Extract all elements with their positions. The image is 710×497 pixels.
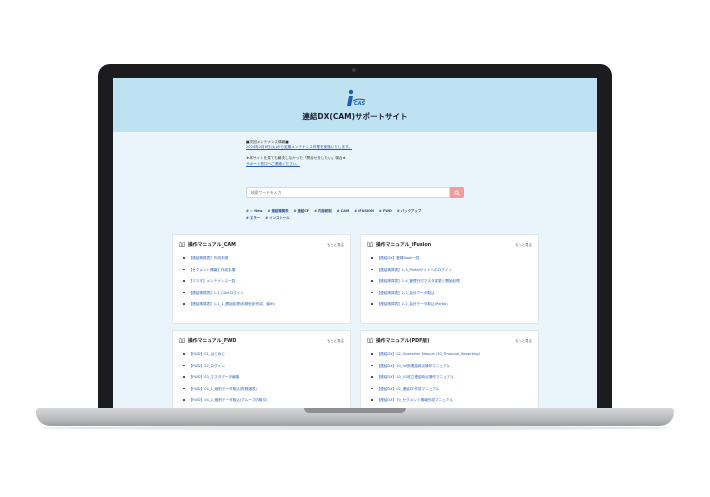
manual-link[interactable]: 【連結DX】02_Operation Manual (30_Financial_… <box>371 352 538 356</box>
more-link[interactable]: もっと見る <box>327 242 344 247</box>
manual-link[interactable]: 【連結DX】10_00即連結時点操作マニュアル <box>371 364 538 368</box>
search-button[interactable] <box>450 187 464 198</box>
manual-link[interactable]: 【連結DX】10_01設立連結時点操作マニュアル <box>371 375 538 379</box>
tag-link[interactable]: # 連結CF <box>294 209 310 213</box>
tag-link[interactable]: # iFUSION <box>354 209 374 213</box>
browser-screen: CAS 連結DX(CAM)サポートサイト ■次回メンテナンス情報■ 2024年2… <box>113 78 597 408</box>
tag-link[interactable]: # 内部統制 <box>314 209 332 213</box>
book-icon <box>179 242 185 247</box>
card-title: 操作マニュアル(PDF版) <box>376 339 430 344</box>
camera-icon <box>352 68 356 72</box>
tag-link[interactable]: # バックアップ <box>397 209 421 213</box>
manual-link[interactable]: 【連結精算表】1-1_CAMログイン <box>183 291 350 295</box>
tag-list: # ☆ New # 連結精算表 # 連結CF # 内部統制 # CAM # iFUSION… <box>246 208 466 222</box>
manual-link[interactable]: 【FWD】04_1_個別データ取込(財務諸表) <box>183 387 350 391</box>
manual-link[interactable]: 【連結DX】登録Book一覧 <box>371 256 538 260</box>
manual-link[interactable]: 【連結DX】02_連結CF作成マニュアル <box>371 387 538 391</box>
book-icon <box>367 338 373 343</box>
search-input[interactable] <box>246 187 450 198</box>
manual-link[interactable]: 【連結精算表】作成手順 <box>183 256 350 260</box>
search-icon <box>454 190 460 196</box>
notice-block: ■次回メンテナンス情報■ 2024年2月6日(火)から定期メンテナンス作業を実施… <box>246 140 597 167</box>
card-title: 操作マニュアル_FWD <box>188 339 237 344</box>
site-header: CAS 連結DX(CAM)サポートサイト <box>113 78 597 132</box>
manual-link[interactable]: 【連結精算表】1-3_Portalサイトへのログイン <box>371 268 538 272</box>
tag-link[interactable]: # FWD <box>379 209 392 213</box>
card-title: 操作マニュアル_iFusion <box>376 243 432 248</box>
site-logo-icon[interactable]: CAS <box>344 89 366 109</box>
tag-link[interactable]: # インストール <box>265 216 289 220</box>
manual-link[interactable]: 【セグメント情報】作成手順 <box>183 268 350 272</box>
more-link[interactable]: もっと見る <box>515 242 532 247</box>
card-title: 操作マニュアル_CAM <box>188 243 236 248</box>
manual-link[interactable]: 【FWD】02_ログイン <box>183 364 350 368</box>
tag-link[interactable]: # ☆ New <box>246 209 263 213</box>
book-icon <box>367 242 373 247</box>
manual-card-fwd: 操作マニュアル_FWD もっと見る 【FWD】01_はじめに 【FWD】02_ロ… <box>172 330 351 408</box>
manual-card-cam: 操作マニュアル_CAM もっと見る 【連結精算表】作成手順 【セグメント情報】作… <box>172 234 351 324</box>
search-bar <box>246 187 464 198</box>
manual-link[interactable]: 【FWD】04_2_個別データ取込(グループ内取引) <box>183 398 350 402</box>
laptop-shadow <box>40 426 670 430</box>
manual-link[interactable]: 【連結精算表】2-2_会計データ取込(Portal) <box>371 302 538 306</box>
manual-link[interactable]: 【連結精算表】1-4_管理日付マスタ変更と開始処理 <box>371 279 538 283</box>
manual-card-pdf: 操作マニュアル(PDF版) もっと見る 【連結DX】02_Operation M… <box>360 330 539 408</box>
site-title: 連結DX(CAM)サポートサイト <box>302 111 408 121</box>
manual-link[interactable]: 【FWD】01_はじめに <box>183 352 350 356</box>
manual-link[interactable]: 【FWD】03_マスタデータ編集 <box>183 375 350 379</box>
book-icon <box>179 338 185 343</box>
manual-link[interactable]: 【連結DX】70_セグメント情報作成マニュアル <box>371 398 538 402</box>
manual-link[interactable]: 【連結精算表】2-1_会計データ取込 <box>371 291 538 295</box>
laptop-notch <box>304 408 406 413</box>
more-link[interactable]: もっと見る <box>327 338 344 343</box>
tag-link[interactable]: # CAM <box>337 209 350 213</box>
more-link[interactable]: もっと見る <box>515 338 532 343</box>
tag-link[interactable]: # エラー <box>246 216 260 220</box>
manual-card-ifusion: 操作マニュアル_iFusion もっと見る 【連結DX】登録Book一覧 【連結… <box>360 234 539 324</box>
manual-link[interactable]: 【連結精算表】1-1_1_開始処理(前期仕訳作成、締め) <box>183 302 350 306</box>
contact-link[interactable]: サポート窓口へご連絡ください。 <box>246 162 597 167</box>
manual-link[interactable]: 【マスタ】メンテナンス一覧 <box>183 279 350 283</box>
svg-text:CAS: CAS <box>354 101 366 107</box>
tag-link[interactable]: # 連結精算表 <box>268 209 289 213</box>
